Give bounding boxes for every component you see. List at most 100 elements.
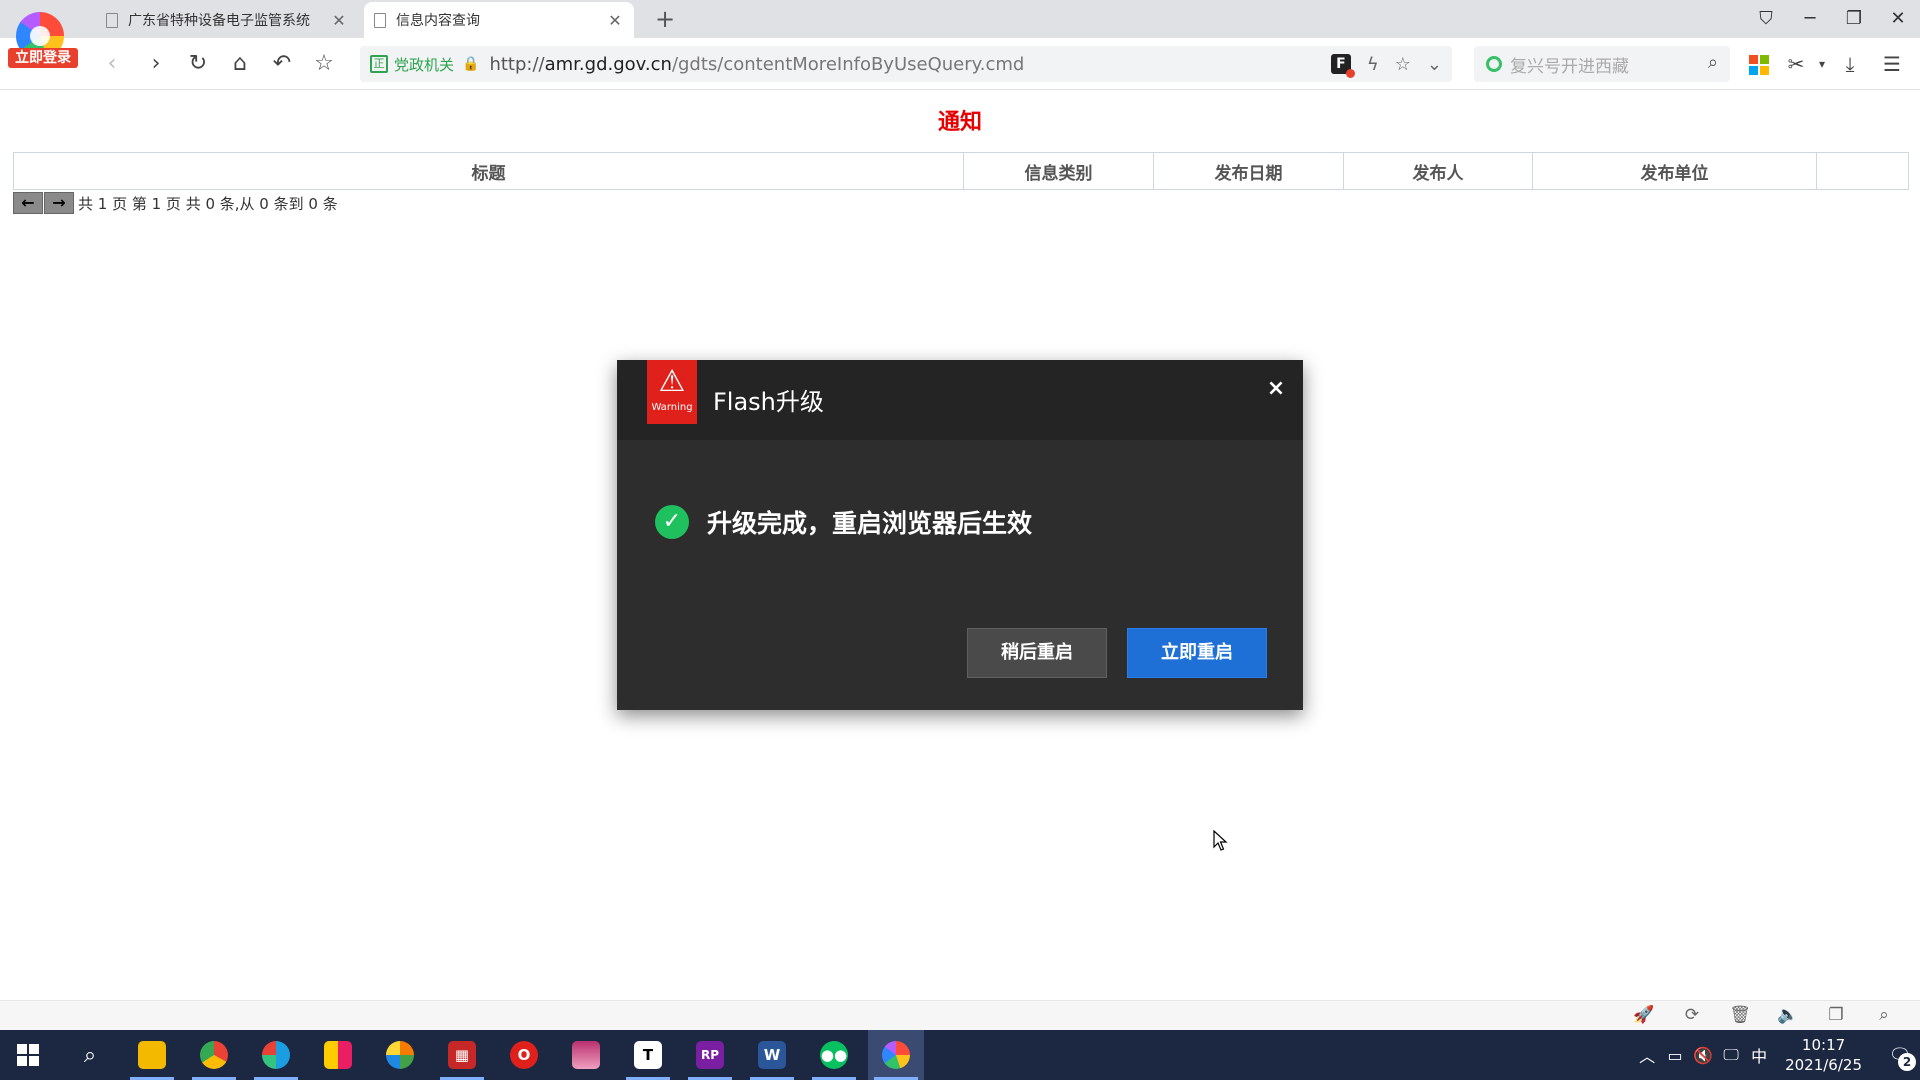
speaker-icon[interactable]: 🔈 xyxy=(1776,1005,1800,1027)
search-icon[interactable]: ⌕ xyxy=(1708,52,1718,73)
browser-icon xyxy=(882,1041,910,1069)
url-domain: amr.gd.gov.cn xyxy=(544,53,672,75)
pinwheel-icon xyxy=(386,1041,414,1069)
next-page-button[interactable]: → xyxy=(44,192,74,214)
pager-info: 共 1 页 第 1 页 共 0 条,从 0 条到 0 条 xyxy=(78,194,338,213)
lightning-icon[interactable]: ϟ xyxy=(1367,54,1379,75)
bookmark-star-button[interactable]: ☆ xyxy=(308,48,340,80)
column-extra xyxy=(1817,153,1908,189)
trash-icon[interactable]: 🗑 xyxy=(1728,1005,1752,1027)
typora-icon: T xyxy=(634,1041,662,1069)
start-button[interactable] xyxy=(0,1030,56,1080)
taskbar-app-winrar[interactable] xyxy=(558,1030,614,1080)
taskbar-app-wechat[interactable]: ●● xyxy=(806,1030,862,1080)
close-window-button[interactable]: ✕ xyxy=(1876,0,1920,38)
windows-icon xyxy=(17,1044,39,1066)
muted-speaker-icon[interactable]: 🔇 xyxy=(1691,1046,1715,1065)
download-icon[interactable]: ⤓ xyxy=(1834,48,1866,80)
opera-icon: O xyxy=(510,1041,538,1069)
browser-logo[interactable]: 立即登录 xyxy=(8,4,78,76)
flash-icon[interactable]: F xyxy=(1330,54,1355,78)
clock-time: 10:17 xyxy=(1801,1036,1846,1054)
wechat-icon: ●● xyxy=(820,1041,848,1069)
column-publishing-unit[interactable]: 发布单位 xyxy=(1533,153,1817,189)
chevron-up-icon[interactable]: ︿ xyxy=(1635,1043,1659,1067)
restart-now-button[interactable]: 立即重启 xyxy=(1127,628,1267,678)
taskbar-app-pinwheel[interactable] xyxy=(372,1030,428,1080)
apps-grid-icon[interactable] xyxy=(1742,48,1774,80)
url-path: /gdts/contentMoreInfoByUseQuery.cmd xyxy=(671,53,1025,75)
forward-button[interactable]: › xyxy=(140,48,172,80)
taskbar-app-axure[interactable]: RP xyxy=(682,1030,738,1080)
window-controls: ⛉ ─ ❐ ✕ xyxy=(1744,0,1920,38)
flash-upgrade-dialog: ⚠ Warning Flash升级 × ✓ 升级完成，重启浏览器后生效 稍后重启… xyxy=(617,360,1303,710)
accelerate-icon[interactable]: ⟳ xyxy=(1680,1005,1704,1027)
reload-button[interactable]: ↻ xyxy=(182,48,214,80)
tab-title: 信息内容查询 xyxy=(396,13,480,29)
taskbar-search-button[interactable]: ⌕ xyxy=(62,1030,118,1080)
column-title[interactable]: 标题 xyxy=(14,153,964,189)
clock[interactable]: 10:17 2021/6/25 xyxy=(1785,1035,1862,1075)
address-bar[interactable]: 正 党政机关 🔒 http:// amr.gd.gov.cn /gdts/con… xyxy=(360,46,1452,82)
restart-later-button[interactable]: 稍后重启 xyxy=(967,628,1107,678)
shield-icon: ▦ xyxy=(448,1041,476,1069)
chevron-down-icon[interactable]: ⌄ xyxy=(1427,54,1442,75)
home-button[interactable]: ⌂ xyxy=(224,48,256,80)
taskbar-app-tiles[interactable] xyxy=(310,1030,366,1080)
tab-info-query[interactable]: 信息内容查询 ✕ xyxy=(364,2,634,38)
close-tab-icon[interactable]: ✕ xyxy=(606,11,624,30)
search-engine-icon xyxy=(1486,56,1502,72)
column-category[interactable]: 信息类别 xyxy=(964,153,1154,189)
page-icon xyxy=(106,12,118,28)
search-placeholder: 复兴号开进西藏 xyxy=(1510,56,1629,77)
rocket-icon[interactable]: 🚀 xyxy=(1632,1005,1656,1027)
undo-close-button[interactable]: ↶ xyxy=(266,48,298,80)
browser-tab-bar: 立即登录 广东省特种设备电子监管系统 ✕ 信息内容查询 ✕ + ⛉ ─ ❐ ✕ xyxy=(0,0,1920,68)
close-icon[interactable]: × xyxy=(1263,376,1289,402)
pager: ← → 共 1 页 第 1 页 共 0 条,从 0 条到 0 条 xyxy=(13,192,338,214)
dialog-header: ⚠ Warning Flash升级 × xyxy=(617,360,1303,440)
edge-icon xyxy=(262,1041,290,1069)
folder-icon xyxy=(138,1041,166,1069)
notification-count: 2 xyxy=(1898,1053,1916,1071)
menu-icon[interactable]: ☰ xyxy=(1876,48,1908,80)
column-publish-date[interactable]: 发布日期 xyxy=(1154,153,1344,189)
taskbar-app-chrome[interactable] xyxy=(186,1030,242,1080)
taskbar-app-edge[interactable] xyxy=(248,1030,304,1080)
favorite-star-icon[interactable]: ☆ xyxy=(1395,54,1411,75)
taskbar-app-file-explorer[interactable] xyxy=(124,1030,180,1080)
search-icon: ⌕ xyxy=(83,1042,97,1068)
taskbar-app-shield[interactable]: ▦ xyxy=(434,1030,490,1080)
page-title: 通知 xyxy=(937,110,982,135)
restore-button[interactable]: ❐ xyxy=(1832,0,1876,38)
taskbar-app-typora[interactable]: T xyxy=(620,1030,676,1080)
tab-special-equipment[interactable]: 广东省特种设备电子监管系统 ✕ xyxy=(96,2,358,38)
dialog-title: Flash升级 xyxy=(713,388,824,416)
notification-center-button[interactable]: 🗨 2 xyxy=(1880,1035,1920,1075)
prev-page-button[interactable]: ← xyxy=(13,192,43,214)
page-icon xyxy=(374,12,386,28)
ime-indicator[interactable]: 中 xyxy=(1747,1043,1771,1067)
column-publisher[interactable]: 发布人 xyxy=(1344,153,1533,189)
insecure-lock-icon[interactable]: 🔒 xyxy=(462,56,479,72)
tab-title: 广东省特种设备电子监管系统 xyxy=(128,13,310,29)
url-prefix: http:// xyxy=(489,53,545,75)
back-button[interactable]: ‹ xyxy=(96,48,128,80)
taskbar-app-opera[interactable]: O xyxy=(496,1030,552,1080)
gov-verified-icon: 正 xyxy=(370,55,388,73)
search-box[interactable]: 复兴号开进西藏 ⌕ xyxy=(1474,46,1730,82)
new-tab-button[interactable]: + xyxy=(650,4,680,34)
taskbar-app-word[interactable]: W xyxy=(744,1030,800,1080)
shirt-skin-icon[interactable]: ⛉ xyxy=(1744,0,1788,38)
login-badge[interactable]: 立即登录 xyxy=(8,48,78,68)
word-icon: W xyxy=(758,1041,786,1069)
zoom-icon[interactable]: ⌕ xyxy=(1872,1005,1896,1027)
minimize-button[interactable]: ─ xyxy=(1788,0,1832,38)
warning-badge-text: Warning xyxy=(651,402,693,413)
close-tab-icon[interactable]: ✕ xyxy=(330,11,348,30)
taskbar-app-360-browser[interactable] xyxy=(868,1030,924,1080)
battery-icon[interactable]: ▭ xyxy=(1663,1046,1687,1065)
network-icon[interactable]: 🖵 xyxy=(1719,1045,1743,1065)
chrome-icon xyxy=(200,1041,228,1069)
window-icon[interactable]: ❐ xyxy=(1824,1005,1848,1027)
